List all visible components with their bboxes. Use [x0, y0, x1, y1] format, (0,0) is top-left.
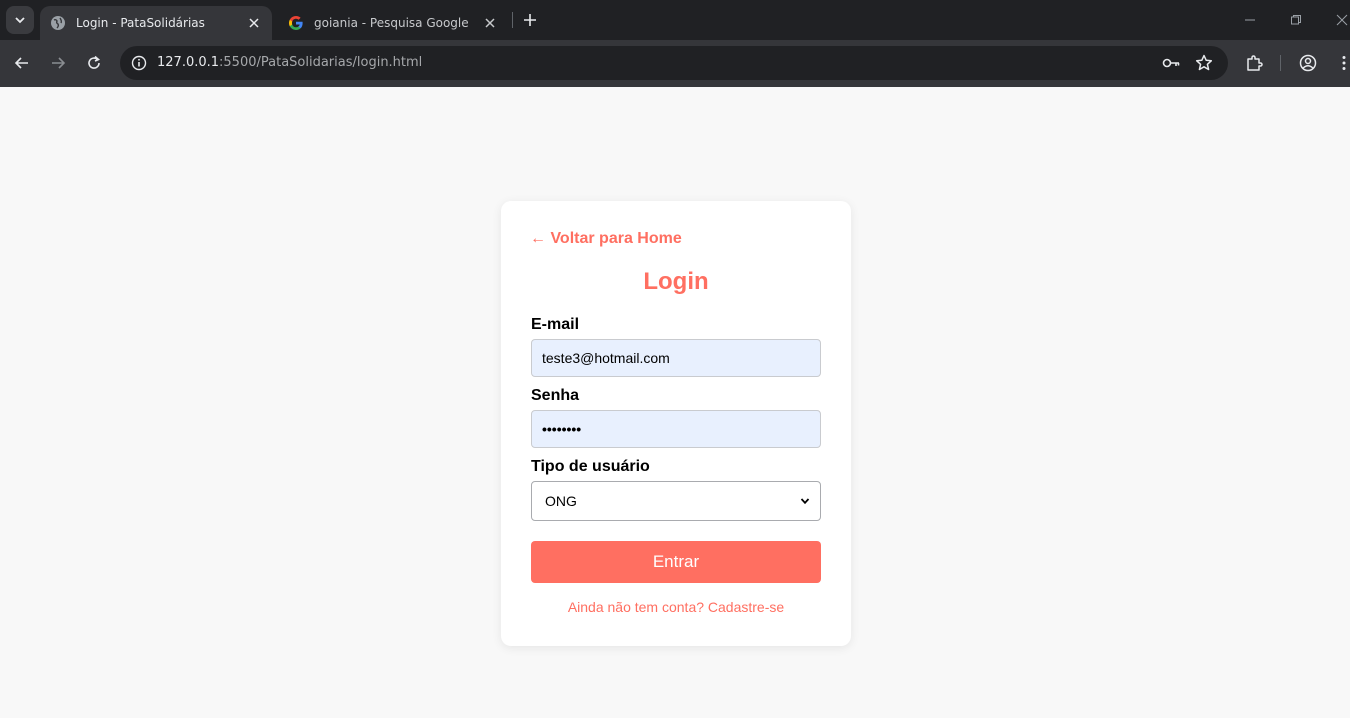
tab-search-button[interactable] — [6, 6, 34, 34]
user-type-select[interactable]: ONG — [531, 481, 821, 521]
register-link[interactable]: Ainda não tem conta? Cadastre-se — [501, 599, 851, 615]
user-type-label: Tipo de usuário — [531, 458, 650, 475]
back-button[interactable] — [10, 51, 34, 75]
minimize-icon — [1245, 19, 1255, 21]
restore-button[interactable] — [1286, 10, 1306, 30]
tab-title: goiania - Pesquisa Google — [314, 16, 469, 30]
chevron-down-icon — [15, 17, 25, 24]
url-text: 127.0.0.1:5500/PataSolidarias/login.html — [157, 55, 422, 70]
profile-button[interactable] — [1296, 51, 1320, 75]
toolbar-divider — [1280, 55, 1281, 71]
page-title: Login — [643, 268, 709, 295]
password-key-icon[interactable] — [1161, 53, 1181, 73]
arrow-right-icon — [52, 57, 66, 69]
reload-button[interactable] — [82, 51, 106, 75]
close-tab-icon[interactable] — [482, 15, 498, 31]
tab-google-search[interactable]: goiania - Pesquisa Google — [278, 6, 508, 40]
email-field[interactable]: teste3@hotmail.com — [531, 339, 821, 377]
google-icon — [289, 16, 303, 30]
new-tab-button[interactable] — [519, 9, 541, 31]
login-card: ← Voltar para Home Login E-mail teste3@h… — [501, 201, 851, 646]
email-label: E-mail — [531, 316, 580, 333]
site-info-icon[interactable] — [130, 54, 148, 72]
url-host: 127.0.0.1 — [157, 55, 220, 70]
more-vert-icon — [1342, 56, 1346, 70]
address-bar[interactable]: 127.0.0.1:5500/PataSolidarias/login.html — [120, 46, 1228, 80]
close-tab-icon[interactable] — [246, 15, 262, 31]
forward-button[interactable] — [46, 51, 70, 75]
password-value: •••••••• — [542, 421, 582, 437]
login-submit-button[interactable]: Entrar — [531, 541, 821, 583]
password-label: Senha — [531, 387, 580, 404]
puzzle-icon — [1247, 55, 1263, 71]
restore-icon — [1291, 15, 1301, 25]
url-path: :5500/PataSolidarias/login.html — [219, 55, 423, 70]
profile-icon — [1299, 54, 1317, 72]
password-field[interactable]: •••••••• — [531, 410, 821, 448]
email-value: teste3@hotmail.com — [542, 350, 670, 366]
extensions-button[interactable] — [1242, 51, 1266, 75]
close-icon — [1336, 14, 1348, 26]
minimize-button[interactable] — [1240, 10, 1260, 30]
back-to-home-link[interactable]: ← Voltar para Home — [530, 230, 682, 248]
arrow-left-icon — [14, 57, 28, 69]
tab-divider — [512, 12, 513, 28]
user-type-value: ONG — [545, 493, 577, 509]
plus-icon — [524, 14, 536, 26]
browser-tab-strip: Login - PataSolidárias goiania - Pesquis… — [0, 0, 1350, 40]
browser-toolbar: 127.0.0.1:5500/PataSolidarias/login.html — [0, 40, 1350, 87]
globe-icon — [51, 16, 65, 30]
window-close-button[interactable] — [1332, 10, 1350, 30]
browser-menu-button[interactable] — [1332, 51, 1350, 75]
reload-icon — [88, 55, 100, 69]
bookmark-star-icon[interactable] — [1194, 53, 1214, 73]
tab-title: Login - PataSolidárias — [76, 16, 205, 30]
tab-login[interactable]: Login - PataSolidárias — [40, 6, 272, 40]
chevron-down-icon — [800, 498, 810, 505]
